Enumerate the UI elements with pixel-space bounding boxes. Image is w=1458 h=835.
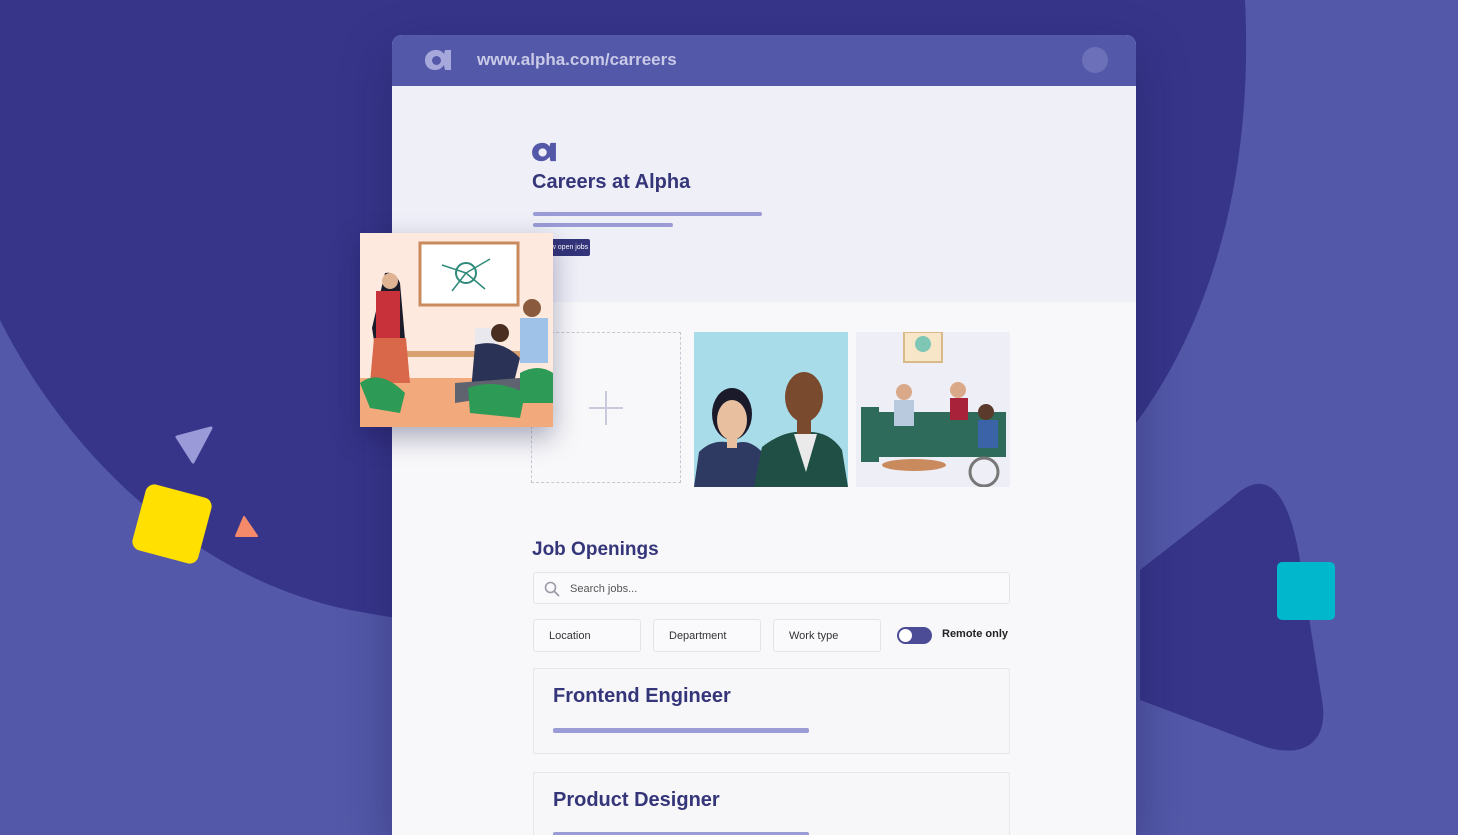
text-placeholder-bar bbox=[533, 212, 762, 216]
text-placeholder-bar bbox=[533, 223, 673, 227]
remote-only-toggle[interactable] bbox=[897, 627, 932, 644]
search-input[interactable] bbox=[568, 573, 992, 605]
job-openings-heading: Job Openings bbox=[532, 539, 659, 560]
search-icon bbox=[544, 581, 560, 597]
address-bar: www.alpha.com/carreers bbox=[392, 35, 1136, 86]
page-title: Careers at Alpha bbox=[532, 171, 691, 193]
alpha-logo-icon bbox=[425, 50, 451, 70]
team-meeting-image bbox=[856, 332, 1010, 487]
location-filter[interactable]: Location bbox=[533, 619, 641, 652]
job-title: Frontend Engineer bbox=[553, 685, 731, 707]
department-filter[interactable]: Department bbox=[653, 619, 761, 652]
orange-triangle-shape bbox=[235, 516, 258, 537]
add-photo-button[interactable] bbox=[531, 332, 681, 483]
employees-portrait-image bbox=[694, 332, 848, 487]
job-search-box[interactable] bbox=[533, 572, 1010, 605]
job-listing-card[interactable]: Product Designer bbox=[533, 772, 1010, 835]
presentation-illustration-card bbox=[360, 233, 553, 427]
work-type-filter[interactable]: Work type bbox=[773, 619, 881, 652]
lavender-triangle-shape bbox=[175, 426, 213, 464]
text-placeholder-bar bbox=[553, 728, 809, 733]
url-text[interactable]: www.alpha.com/carreers bbox=[477, 50, 677, 70]
browser-menu-button[interactable] bbox=[1082, 47, 1108, 73]
job-listing-card[interactable]: Frontend Engineer bbox=[533, 668, 1010, 754]
job-title: Product Designer bbox=[553, 789, 720, 811]
remote-only-label: Remote only bbox=[942, 628, 1009, 640]
toggle-knob bbox=[899, 629, 912, 642]
alpha-logo-icon bbox=[532, 142, 556, 162]
browser-window: www.alpha.com/carreers Careers at Alpha … bbox=[392, 35, 1136, 835]
plus-icon bbox=[589, 390, 623, 425]
cyan-square-shape bbox=[1277, 562, 1335, 620]
